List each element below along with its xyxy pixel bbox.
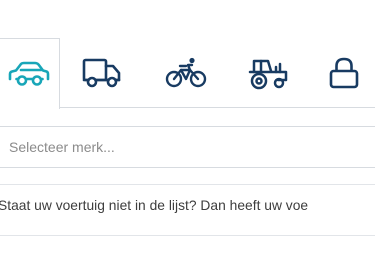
truck-icon: [81, 57, 123, 89]
tab-bicycle[interactable]: [161, 38, 211, 108]
bicycle-icon: [164, 57, 208, 89]
car-icon: [7, 60, 51, 88]
tab-car[interactable]: [0, 38, 60, 109]
tractor-icon: [246, 56, 292, 90]
brand-search-input[interactable]: [0, 127, 375, 167]
tab-tractor[interactable]: [244, 38, 294, 108]
tab-lock[interactable]: [323, 38, 365, 108]
vehicle-type-tabs: [0, 38, 375, 109]
vehicle-selector-panel: Staat uw voertuig niet in de lijst? Dan …: [0, 0, 375, 275]
lock-icon: [328, 56, 360, 90]
tab-truck[interactable]: [76, 38, 128, 108]
missing-vehicle-notice: Staat uw voertuig niet in de lijst? Dan …: [0, 184, 375, 236]
brand-select[interactable]: [0, 126, 375, 168]
missing-vehicle-text: Staat uw voertuig niet in de lijst? Dan …: [0, 198, 309, 213]
